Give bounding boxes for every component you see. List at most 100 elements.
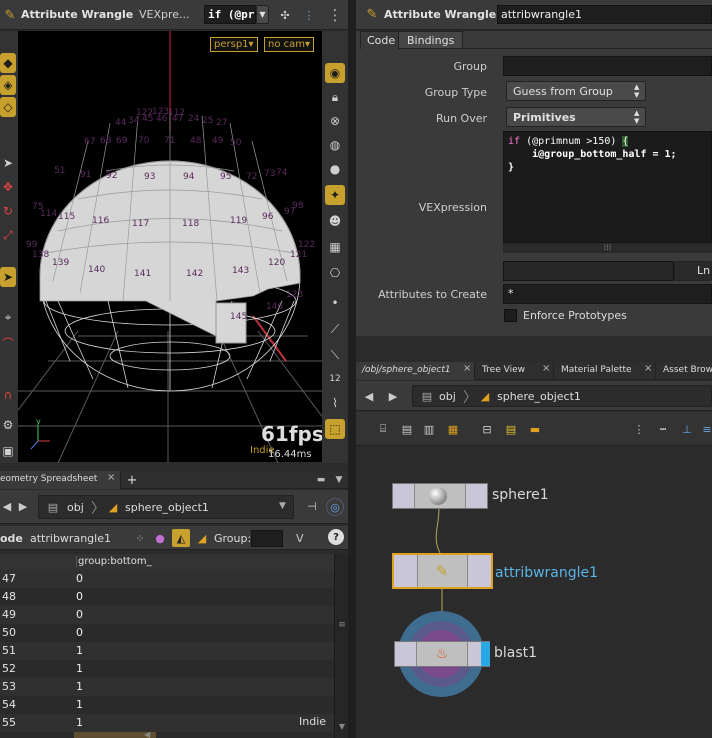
network-box-icon[interactable]: ⊟ [480, 422, 494, 436]
shading-icon[interactable]: ● [325, 159, 345, 179]
brush-icon[interactable]: ⌒ [0, 333, 16, 353]
forward-arrow-icon[interactable]: ▶ [386, 388, 400, 404]
table-row[interactable]: 50 0 [0, 624, 348, 642]
vertices-mode-icon[interactable]: ● [152, 529, 168, 547]
pin-icon[interactable]: ⊣ [304, 498, 320, 514]
stash-icon[interactable]: ▬ [528, 422, 542, 436]
pane-menu-icon[interactable]: ⋮ [326, 4, 344, 26]
tab-asset-browser[interactable]: Asset Brows [657, 362, 712, 380]
hull-icon[interactable]: ⌇ [325, 393, 345, 413]
row-value[interactable]: 1 [74, 642, 156, 660]
points-mode-icon[interactable]: ⁘ [132, 529, 148, 547]
flipbook-icon[interactable]: ▣ [0, 441, 16, 461]
group-filter-field[interactable] [251, 530, 283, 547]
spreadsheet-table[interactable]: group:bottom_ 47 0 48 0 49 0 50 0 51 1 52 1 53 1 54 1 55… [0, 552, 348, 738]
table-row[interactable]: 54 1 [0, 696, 348, 714]
scroll-handle-icon[interactable]: ≡ [337, 618, 347, 632]
path-node[interactable]: sphere_object1 [125, 501, 209, 514]
node-flags-left[interactable] [393, 484, 415, 508]
vex-code-editor[interactable]: if (@primnum >150) { i@group_bottom_half… [503, 131, 712, 243]
tab-geometry-spreadsheet[interactable]: eometry Spreadsheet × [0, 471, 121, 489]
more-options-icon[interactable]: ≡ [702, 422, 712, 436]
camera-menu[interactable]: persp1▾ [210, 37, 258, 52]
3d-viewport[interactable]: y 122 123 112 44 34 45 46 47 24 25 27 67 68 69 70 71 48 4… [18, 31, 322, 463]
node-name-field[interactable]: attribwrangle1 [497, 5, 712, 24]
tab-tree-view[interactable]: Tree View × [476, 362, 554, 380]
snapshot-icon[interactable]: ⎔ [325, 263, 345, 283]
editor-resize-handle[interactable]: ⁞⁞⁞ [503, 243, 712, 253]
handle-tool-icon[interactable]: ◇ [0, 97, 16, 117]
row-value[interactable]: 0 [74, 570, 156, 588]
rotate-icon[interactable]: ↻ [0, 201, 16, 221]
vertical-scrollbar[interactable]: ≡ ▼ [334, 554, 348, 738]
scale-icon[interactable]: ⤢ [0, 225, 16, 245]
table-row[interactable]: 47 0 [0, 570, 348, 588]
table-row[interactable]: 53 1 [0, 678, 348, 696]
grid-icon[interactable]: ▦ [446, 422, 460, 436]
point-display-icon[interactable]: • [325, 293, 345, 313]
tab-bindings[interactable]: Bindings [398, 31, 464, 49]
render-icon[interactable]: ⚙ [0, 415, 16, 435]
path-breadcrumb[interactable]: ▤ obj 〉 ◢ sphere_object1 [412, 385, 712, 407]
display-flag[interactable] [481, 642, 490, 666]
prim-number-icon[interactable]: ⟍ [325, 345, 345, 365]
sticky-note-icon[interactable]: ▤ [504, 422, 518, 436]
normal-display-icon[interactable]: ⟋ [325, 319, 345, 339]
node-flags-right[interactable] [467, 555, 491, 587]
forward-arrow-icon[interactable]: ▶ [16, 498, 30, 514]
path-node[interactable]: sphere_object1 [497, 390, 581, 403]
row-value[interactable]: 1 [74, 678, 156, 696]
select-tool-icon[interactable]: ◆ [0, 53, 16, 73]
align-horizontal-icon[interactable]: ┅ [656, 422, 670, 436]
close-icon[interactable]: × [542, 363, 550, 374]
pane-arrow-icon[interactable]: ▼ [332, 473, 346, 487]
lock-icon[interactable]: 🔒︎ [325, 87, 345, 107]
primitives-mode-icon[interactable]: ◭ [172, 529, 190, 547]
table-row[interactable]: 48 0 [0, 588, 348, 606]
dropdown-arrow-icon[interactable]: ▼ [256, 5, 269, 24]
close-icon[interactable]: × [107, 472, 115, 483]
path-breadcrumb[interactable]: ▤ obj 〉 ◢ sphere_object1 ▼ [38, 495, 294, 519]
snap-icon[interactable]: ⌖ [0, 307, 16, 327]
path-dropdown-icon[interactable]: ▼ [279, 501, 286, 511]
table-row[interactable]: 51 1 [0, 642, 348, 660]
network-canvas[interactable]: sphere1 ✎ attribwrangle1 ♨ blast1 [356, 447, 712, 738]
maximize-icon[interactable]: ▬ [314, 473, 328, 487]
back-arrow-icon[interactable]: ◀ [362, 388, 376, 404]
group-type-menu[interactable]: Guess from Group ▲ ▼ [506, 81, 646, 101]
node-label-attribwrangle1[interactable]: attribwrangle1 [495, 565, 598, 581]
snippet-field[interactable] [503, 261, 674, 281]
path-obj[interactable]: obj [67, 501, 84, 514]
group-field[interactable] [503, 56, 712, 76]
magnet-icon[interactable]: ∩ [0, 385, 16, 405]
pose-tool-icon[interactable]: ➤ [0, 267, 16, 287]
number-display-icon[interactable]: 12 [325, 369, 345, 389]
transform-tool-icon[interactable]: ◈ [0, 75, 16, 95]
visualize-icon[interactable]: ✦ [325, 185, 345, 205]
help-icon[interactable]: ? [328, 529, 344, 545]
row-value[interactable]: 0 [74, 606, 156, 624]
table-row[interactable]: 55 1 [0, 714, 348, 732]
tree-icon[interactable]: ⌸ [376, 422, 390, 436]
add-tab-icon[interactable]: + [124, 472, 140, 488]
tab-network[interactable]: /obj/sphere_object1 × [356, 362, 475, 380]
vertical-pane-divider[interactable] [348, 0, 356, 738]
row-value[interactable]: 0 [74, 624, 156, 642]
row-value[interactable]: 1 [74, 696, 156, 714]
detail-mode-icon[interactable]: ◢ [194, 529, 210, 547]
node-name[interactable]: attribwrangle1 [30, 532, 111, 545]
node-flags-right[interactable] [465, 484, 487, 508]
row-value[interactable]: 1 [74, 660, 156, 678]
node-blast1[interactable]: ♨ [394, 641, 490, 667]
link-icon[interactable]: ◎ [326, 498, 344, 516]
template-icon[interactable]: ⬚ [325, 419, 345, 439]
tab-material-palette[interactable]: Material Palette × [555, 362, 656, 380]
node-label-sphere1[interactable]: sphere1 [492, 487, 549, 503]
enforce-prototypes-checkbox[interactable] [504, 309, 517, 322]
align-vertical-icon[interactable]: ⋮ [632, 422, 646, 436]
list-icon[interactable]: ▤ [400, 422, 414, 436]
ghost-icon[interactable]: ☻ [325, 211, 345, 231]
no-cam-menu[interactable]: no cam▾ [264, 37, 315, 52]
background-icon[interactable]: ▦ [325, 237, 345, 257]
run-over-menu[interactable]: Primitives ▲ ▼ [506, 107, 646, 127]
